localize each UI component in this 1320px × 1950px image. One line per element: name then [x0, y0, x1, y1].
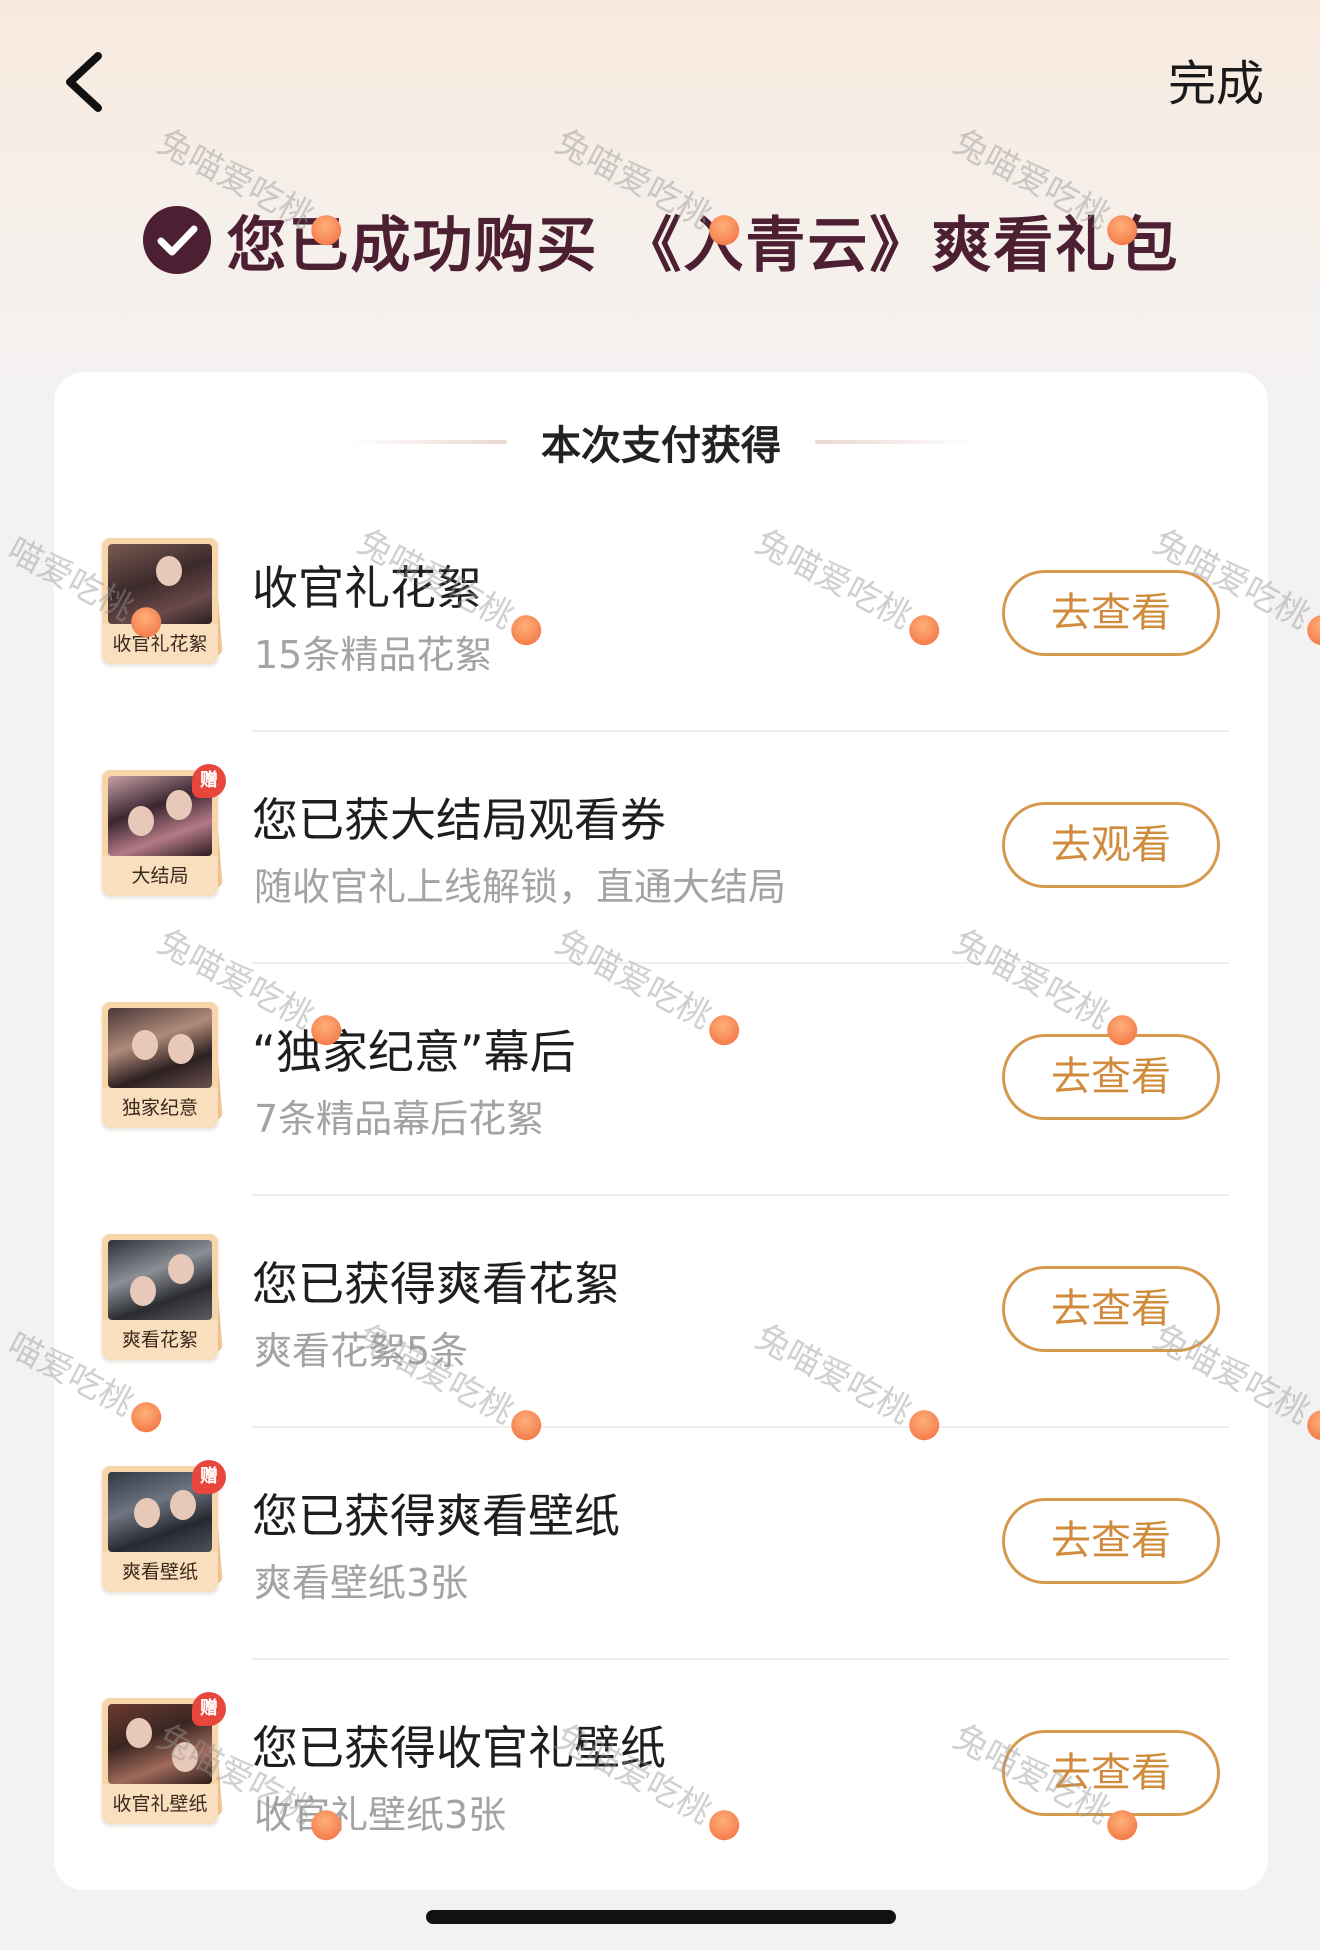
gift-badge: 赠 [192, 1460, 226, 1494]
thumbnail-photo [108, 544, 212, 624]
view-button[interactable]: 去查看 [1002, 1730, 1220, 1816]
item-thumbnail: 独家纪意 [101, 1002, 223, 1130]
thumbnail-tag: 爽看花絮 [102, 1320, 218, 1360]
item-title: 您已获得收官礼壁纸 [252, 1721, 666, 1775]
home-indicator[interactable] [426, 1910, 896, 1924]
item-thumbnail: 爽看壁纸 赠 [101, 1460, 226, 1594]
rewards-card: 本次支付获得 收官礼花絮 收官礼花絮 15条精品花絮 去查看 大结局 赠 您已获… [54, 372, 1268, 1890]
item-title: “独家纪意”幕后 [252, 1025, 576, 1079]
thumbnail-tag: 大结局 [102, 856, 218, 896]
item-thumbnail: 收官礼壁纸 赠 [101, 1692, 226, 1826]
view-button[interactable]: 去查看 [1002, 1034, 1220, 1120]
section-header: 本次支付获得 [54, 412, 1268, 472]
thumbnail-tag: 收官礼花絮 [102, 624, 218, 664]
view-button[interactable]: 去查看 [1002, 1498, 1220, 1584]
success-title: 您已成功购买 《入青云》爽看礼包 [226, 210, 1180, 281]
thumbnail-tag: 爽看壁纸 [102, 1552, 218, 1592]
thumbnail-photo [108, 1008, 212, 1088]
watch-button[interactable]: 去观看 [1002, 802, 1220, 888]
item-subtitle: 爽看壁纸3张 [254, 1561, 469, 1605]
item-title: 您已获得爽看壁纸 [252, 1489, 620, 1543]
list-item: 收官礼花絮 收官礼花絮 15条精品花絮 去查看 [54, 500, 1268, 732]
section-divider-left [347, 440, 507, 444]
checkmark-icon [142, 206, 211, 274]
thumbnail-tag: 收官礼壁纸 [102, 1784, 218, 1824]
thumbnail-tag: 独家纪意 [102, 1088, 218, 1128]
item-subtitle: 7条精品幕后花絮 [254, 1097, 545, 1141]
done-button[interactable]: 完成 [1168, 44, 1264, 114]
item-title: 您已获大结局观看券 [252, 793, 666, 847]
item-title: 收官礼花絮 [252, 561, 482, 615]
view-button[interactable]: 去查看 [1002, 1266, 1220, 1352]
section-title: 本次支付获得 [541, 423, 781, 469]
item-thumbnail: 大结局 赠 [101, 764, 226, 898]
item-subtitle: 15条精品花絮 [254, 633, 493, 677]
item-title: 您已获得爽看花絮 [252, 1257, 620, 1311]
item-subtitle: 随收官礼上线解锁，直通大结局 [254, 865, 787, 909]
back-chevron-icon [66, 52, 102, 112]
purchase-success-header: 您已成功购买 《入青云》爽看礼包 [0, 200, 1320, 281]
item-subtitle: 收官礼壁纸3张 [254, 1793, 507, 1837]
item-subtitle: 爽看花絮5条 [254, 1329, 469, 1373]
section-divider-right [815, 440, 975, 444]
list-item: 大结局 赠 您已获大结局观看券 随收官礼上线解锁，直通大结局 去观看 [54, 732, 1268, 964]
view-button[interactable]: 去查看 [1002, 570, 1220, 656]
gift-badge: 赠 [192, 1692, 226, 1726]
item-thumbnail: 收官礼花絮 [101, 538, 223, 666]
list-item: 爽看壁纸 赠 您已获得爽看壁纸 爽看壁纸3张 去查看 [54, 1428, 1268, 1660]
item-thumbnail: 爽看花絮 [101, 1234, 223, 1362]
peach-icon [1302, 609, 1320, 651]
list-item: 独家纪意 “独家纪意”幕后 7条精品幕后花絮 去查看 [54, 964, 1268, 1196]
list-item: 收官礼壁纸 赠 您已获得收官礼壁纸 收官礼壁纸3张 去查看 [54, 1660, 1268, 1892]
list-item: 爽看花絮 您已获得爽看花絮 爽看花絮5条 去查看 [54, 1196, 1268, 1428]
thumbnail-photo [108, 1240, 212, 1320]
peach-icon [1302, 1404, 1320, 1446]
gift-badge: 赠 [192, 764, 226, 798]
back-button[interactable] [58, 50, 110, 114]
